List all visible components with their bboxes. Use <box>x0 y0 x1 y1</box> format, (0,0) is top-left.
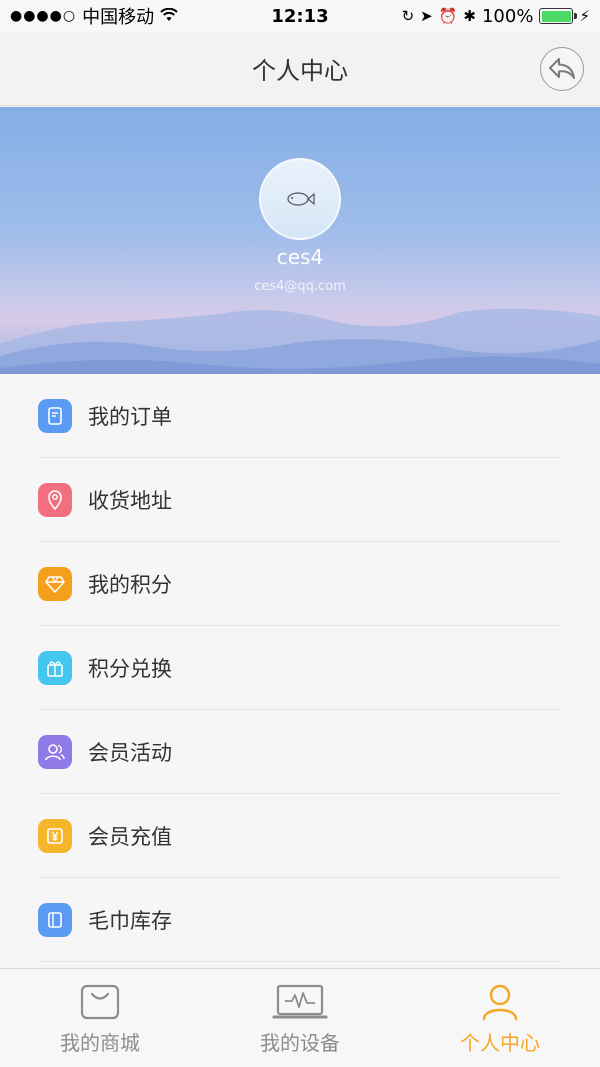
menu-item-points[interactable]: 我的积分 <box>38 542 562 626</box>
menu-list: 我的订单 收货地址 我的积分 积分兑换 会员活动 会员充值 毛巾库存 <box>0 374 600 968</box>
battery-percent: 100% <box>481 5 534 27</box>
back-button[interactable] <box>540 47 584 91</box>
members-icon <box>38 734 72 769</box>
fish-avatar-icon <box>287 192 315 206</box>
tab-label: 个人中心 <box>460 1031 540 1055</box>
profile-header: ces4 ces4@qq.com <box>0 107 600 374</box>
recharge-icon <box>38 818 72 853</box>
order-icon <box>38 398 72 433</box>
tab-my-mall[interactable]: 我的商城 <box>0 969 200 1067</box>
menu-item-label: 会员活动 <box>88 740 172 765</box>
status-bar: ●●●●○ 中国移动 12:13 ↻ ➤ ⏰ ✱ 100% ⚡ <box>0 0 600 32</box>
menu-item-address[interactable]: 收货地址 <box>38 458 562 542</box>
bluetooth-icon: ✱ <box>463 7 476 25</box>
tab-my-devices[interactable]: 我的设备 <box>200 969 400 1067</box>
menu-item-label: 毛巾库存 <box>88 908 172 933</box>
diamond-icon <box>38 566 72 601</box>
menu-item-label: 收货地址 <box>88 488 172 513</box>
tab-label: 我的设备 <box>260 1031 340 1055</box>
menu-item-label: 我的订单 <box>88 404 172 429</box>
menu-item-recharge[interactable]: 会员充值 <box>38 794 562 878</box>
page: ●●●●○ 中国移动 12:13 ↻ ➤ ⏰ ✱ 100% ⚡ 个人中心 ces… <box>0 0 600 1067</box>
device-monitor-icon <box>272 984 328 1019</box>
tab-personal-center[interactable]: 个人中心 <box>400 969 600 1067</box>
status-right: ↻ ➤ ⏰ ✱ 100% ⚡ <box>402 6 590 27</box>
charging-icon: ⚡ <box>579 7 590 25</box>
menu-item-orders[interactable]: 我的订单 <box>38 374 562 458</box>
signal-icon: ●●●●○ <box>10 8 77 24</box>
page-title: 个人中心 <box>252 57 348 85</box>
carrier-label: 中国移动 <box>82 7 155 28</box>
mountain-background <box>0 308 600 374</box>
towel-stock-icon <box>38 902 72 937</box>
menu-item-towel-stock[interactable]: 毛巾库存 <box>38 878 562 962</box>
menu-item-label: 积分兑换 <box>88 656 172 681</box>
location-arrow-icon: ➤ <box>420 7 433 25</box>
status-left: ●●●●○ 中国移动 <box>10 3 178 29</box>
user-email: ces4@qq.com <box>254 279 346 294</box>
shopping-bag-icon <box>80 984 120 1020</box>
menu-item-label: 我的积分 <box>88 572 172 597</box>
nav-bar: 个人中心 <box>0 32 600 106</box>
battery-fill <box>541 10 571 22</box>
location-pin-icon <box>38 482 72 517</box>
menu-item-member-events[interactable]: 会员活动 <box>38 710 562 794</box>
alarm-icon: ⏰ <box>438 7 458 25</box>
avatar[interactable] <box>259 158 341 240</box>
back-arrow-icon <box>549 58 575 79</box>
tab-label: 我的商城 <box>60 1031 140 1055</box>
menu-item-points-exchange[interactable]: 积分兑换 <box>38 626 562 710</box>
battery-icon <box>539 8 578 24</box>
menu-item-label: 会员充值 <box>88 824 172 849</box>
username: ces4 <box>276 245 324 269</box>
wifi-icon <box>160 6 178 27</box>
tab-bar: 我的商城 我的设备 个人中心 <box>0 968 600 1067</box>
person-icon <box>482 984 518 1021</box>
rotation-lock-icon: ↻ <box>401 7 415 25</box>
gift-icon <box>38 650 72 685</box>
